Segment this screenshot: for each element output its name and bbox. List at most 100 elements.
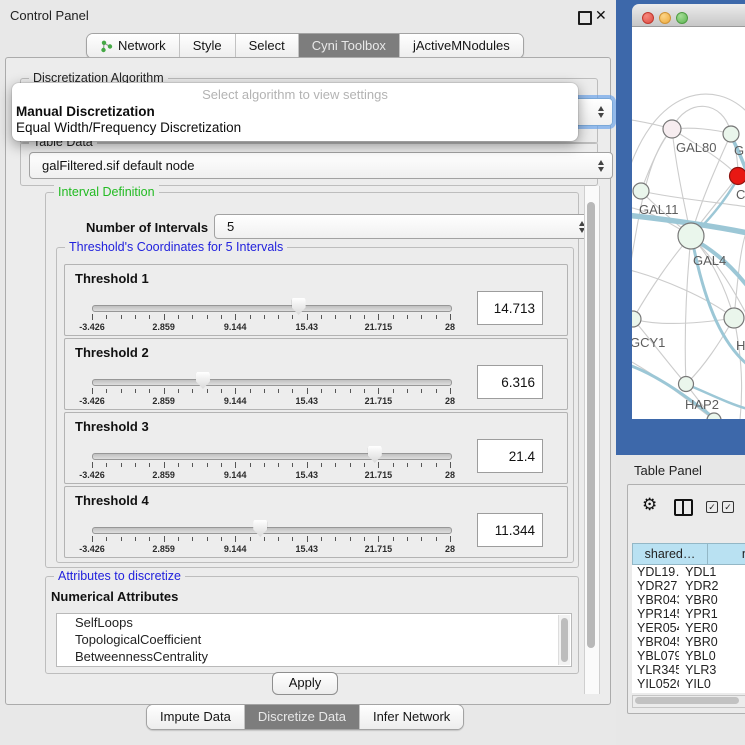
table-row[interactable]: YDR27…YDR2 — [632, 579, 745, 593]
slider-tick — [135, 463, 136, 467]
slider-thumb[interactable] — [253, 520, 267, 537]
zoom-traffic-light-icon[interactable] — [676, 12, 688, 24]
checkbox-icon[interactable]: ✓ — [706, 501, 718, 513]
popup-option-manual-discretization[interactable]: Manual Discretization — [16, 104, 155, 119]
table-data-select[interactable]: galFiltered.sif default node — [29, 152, 613, 179]
attribute-list-item[interactable]: BetweennessCentrality — [57, 648, 571, 665]
slider-tick-label: -3.426 — [79, 544, 105, 554]
slider-tick — [307, 536, 308, 542]
number-of-intervals-select[interactable]: 5 — [214, 214, 594, 239]
tab-impute-data[interactable]: Impute Data — [147, 705, 245, 729]
network-node-label: GAL4 — [693, 253, 726, 268]
tab-select[interactable]: Select — [236, 34, 299, 58]
table-rows: YDL19…YDL1YDR27…YDR2YBR043CYBR0YPR145WYP… — [632, 565, 745, 693]
numerical-attributes-list[interactable]: SelfLoopsTopologicalCoefficientBetweenne… — [56, 613, 572, 667]
slider-thumb[interactable] — [196, 372, 210, 389]
attributes-scrollbar[interactable] — [558, 615, 570, 665]
network-node-c[interactable] — [730, 168, 745, 185]
scrollbar-thumb[interactable] — [561, 618, 568, 662]
network-canvas[interactable]: GAL80GCGAL11GAL4GCY1HHAP2 — [632, 27, 745, 419]
scrollbar-thumb[interactable] — [587, 202, 595, 648]
scrollbar-thumb[interactable] — [635, 697, 739, 704]
network-view-window[interactable]: GAL80GCGAL11GAL4GCY1HHAP2 — [632, 4, 745, 418]
slider-tick — [278, 389, 279, 393]
control-panel-titlebar: Control Panel ✕ — [0, 0, 616, 30]
cell-shared-name: YLR345W — [632, 663, 679, 677]
tab-style[interactable]: Style — [180, 34, 236, 58]
numerical-attributes-heading: Numerical Attributes — [51, 589, 178, 604]
slider-tick — [321, 463, 322, 467]
slider-tick — [292, 315, 293, 319]
attribute-list-item[interactable]: SelfLoops — [57, 614, 571, 631]
tab-infer-network[interactable]: Infer Network — [360, 705, 463, 729]
threshold-value-field[interactable]: 14.713 — [477, 291, 543, 325]
table-horizontal-scrollbar[interactable] — [632, 695, 745, 708]
table-row[interactable]: YLR345WYLR3 — [632, 663, 745, 677]
float-window-icon[interactable] — [578, 11, 592, 25]
table-row[interactable]: YPR145WYPR1 — [632, 607, 745, 621]
slider-tick — [307, 314, 308, 320]
tab-network[interactable]: Network — [87, 34, 180, 58]
gear-icon[interactable]: ⚙ — [642, 496, 657, 513]
network-node-gal4[interactable] — [678, 223, 704, 249]
apply-button[interactable]: Apply — [272, 672, 338, 695]
network-node-hap2[interactable] — [679, 377, 694, 392]
network-node-gal11[interactable] — [633, 183, 649, 199]
slider-track[interactable] — [92, 305, 452, 312]
column-header-shared-name[interactable]: shared… — [632, 543, 708, 565]
slider-track[interactable] — [92, 379, 452, 386]
table-row[interactable]: YBR043CYBR0 — [632, 593, 745, 607]
close-traffic-light-icon[interactable] — [642, 12, 654, 24]
interval-definition-title: Interval Definition — [54, 185, 159, 199]
slider-track[interactable] — [92, 527, 452, 534]
settings-scrollbar[interactable] — [584, 186, 600, 694]
attribute-list-item[interactable]: TopologicalCoefficient — [57, 631, 571, 648]
column-header-name[interactable]: name — [708, 543, 745, 565]
slider-thumb[interactable] — [368, 446, 382, 463]
slider-tick — [92, 388, 93, 394]
slider-tick — [192, 389, 193, 393]
tab-cyni-toolbox[interactable]: Cyni Toolbox — [299, 34, 400, 58]
slider-thumb[interactable] — [292, 298, 306, 315]
table-row[interactable]: YBL079WYBL0 — [632, 649, 745, 663]
table-row[interactable]: YER054CYER0 — [632, 621, 745, 635]
split-view-icon[interactable] — [674, 499, 693, 516]
threshold-value-field[interactable]: 6.316 — [477, 365, 543, 399]
network-node-g[interactable] — [723, 126, 739, 142]
slider-tick — [178, 537, 179, 541]
threshold-panel: Threshold 1-3.4262.8599.14415.4321.71528… — [64, 264, 568, 336]
cell-shared-name: YIL052C — [632, 677, 679, 691]
slider-track[interactable] — [92, 453, 452, 460]
slider-tick — [221, 389, 222, 393]
slider-tick — [378, 388, 379, 394]
network-node-gcy1[interactable] — [632, 311, 641, 327]
slider-tick — [250, 463, 251, 467]
slider-tick — [450, 314, 451, 320]
slider-tick — [106, 389, 107, 393]
slider-tick — [92, 536, 93, 542]
table-row[interactable]: YDL19…YDL1 — [632, 565, 745, 579]
slider-tick — [221, 463, 222, 467]
table-row[interactable]: YIL052CYIL0 — [632, 677, 745, 691]
network-node-h[interactable] — [724, 308, 744, 328]
slider-tick — [450, 462, 451, 468]
slider-tick-label: 2.859 — [152, 322, 175, 332]
slider-tick — [106, 315, 107, 319]
minimize-traffic-light-icon[interactable] — [659, 12, 671, 24]
threshold-value-field[interactable]: 21.4 — [477, 439, 543, 473]
threshold-value-field[interactable]: 11.344 — [477, 513, 543, 547]
slider-tick — [450, 536, 451, 542]
close-icon[interactable]: ✕ — [595, 7, 607, 24]
slider-tick — [321, 537, 322, 541]
popup-option-equal-width-frequency[interactable]: Equal Width/Frequency Discretization — [16, 120, 241, 135]
cell-shared-name: YBR045C — [632, 635, 679, 649]
network-window-titlebar[interactable] — [632, 4, 745, 27]
tab-jactivemnodules[interactable]: jActiveMNodules — [400, 34, 523, 58]
slider-tick — [378, 536, 379, 542]
checkbox-icon[interactable]: ✓ — [722, 501, 734, 513]
tab-discretize-data[interactable]: Discretize Data — [245, 705, 360, 729]
table-row[interactable]: YBR045CYBR0 — [632, 635, 745, 649]
slider-tick — [164, 462, 165, 468]
network-node-gal80[interactable] — [663, 120, 681, 138]
threshold-panel: Threshold 2-3.4262.8599.14415.4321.71528… — [64, 338, 568, 410]
